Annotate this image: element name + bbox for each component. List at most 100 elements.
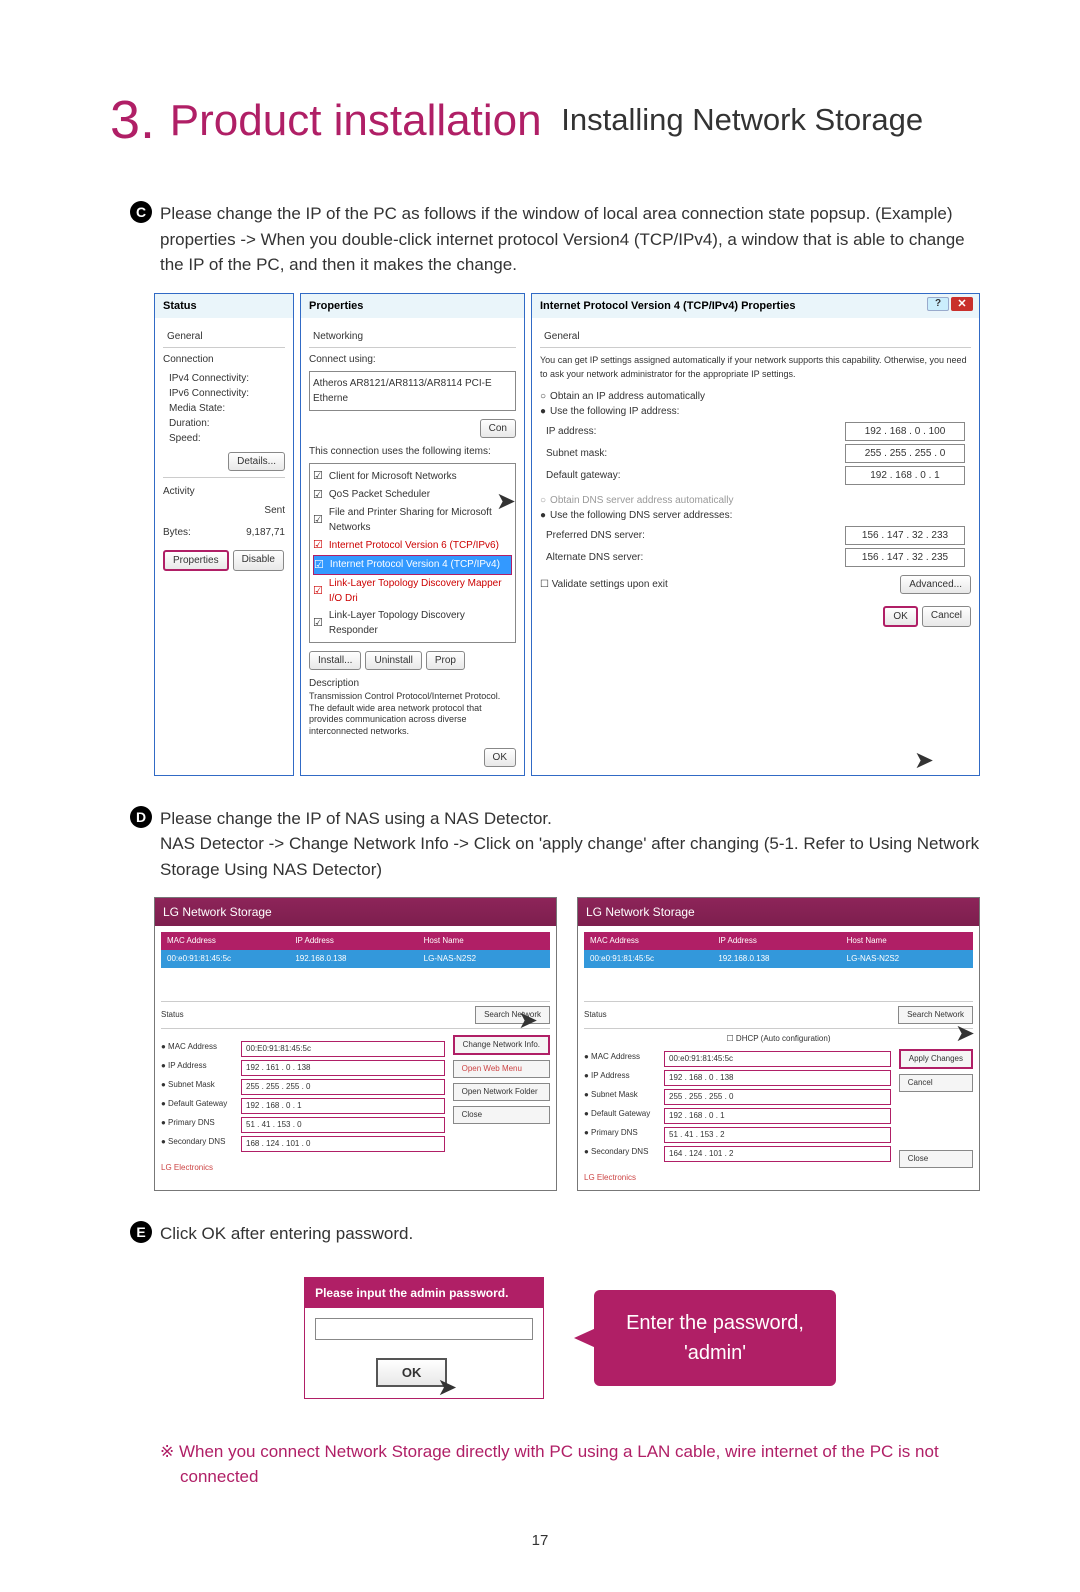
nas1-openweb-button[interactable]: Open Web Menu [453,1060,550,1078]
item-client[interactable]: Client for Microsoft Networks [313,467,512,486]
description-text: Transmission Control Protocol/Internet P… [309,691,516,738]
nas-window-2: LG Network Storage MAC AddressIP Address… [577,897,980,1191]
item-ipv6[interactable]: Internet Protocol Version 6 (TCP/IPv6) [313,536,512,555]
bytes-value: 9,187,71 [246,525,285,540]
connection-label: Connection [163,352,285,367]
gateway-label: Default gateway: [546,468,621,483]
gateway-value[interactable]: 192 . 168 . 0 . 1 [845,466,965,485]
ipv4-title: Internet Protocol Version 4 (TCP/IPv4) P… [532,294,979,319]
step-marker: E [130,1221,152,1243]
nas2-status-label: Status [584,1009,607,1021]
step-c-text-1: Please change the IP of the PC as follow… [160,201,980,227]
properties-button[interactable]: Properties [163,550,229,571]
details-button[interactable]: Details... [228,452,285,471]
cursor-icon: ➤ [914,743,934,779]
status-title: Status [155,294,293,319]
item-properties-button[interactable]: Prop [426,651,465,670]
nas1-close-button[interactable]: Close [453,1106,550,1124]
tab-general-ipv4[interactable]: General [540,326,971,348]
item-fileprint[interactable]: File and Printer Sharing for Microsoft N… [313,504,512,536]
ipv6-label: IPv6 Connectivity: [169,386,285,401]
nas1-search-button[interactable]: Search Network [475,1006,550,1024]
ipv4-ok-button[interactable]: OK [883,606,917,627]
nas1-status-label: Status [161,1009,184,1021]
nas1-row[interactable]: 00:e0:91:81:45:5c192.168.0.138LG-NAS-N2S… [161,950,550,968]
configure-button[interactable]: Con [480,419,516,438]
ipv4-window: Internet Protocol Version 4 (TCP/IPv4) P… [531,293,980,776]
password-header: Please input the admin password. [305,1278,543,1308]
step-e: E Click OK after entering password. [160,1221,980,1247]
chapter-title: Product installation [170,96,542,145]
ipv4-info: You can get IP settings assigned automat… [540,354,971,381]
ipv4-label: IPv4 Connectivity: [169,371,285,386]
status-window: Status General Connection IPv4 Connectiv… [154,293,294,776]
radio-auto-dns[interactable]: Obtain DNS server address automatically [540,493,971,508]
item-lltd2[interactable]: Link-Layer Topology Discovery Responder [313,607,512,639]
items-label: This connection uses the following items… [309,444,516,459]
nas1-headers: MAC AddressIP AddressHost Name [161,932,550,950]
cursor-icon: ➤ [518,1003,538,1039]
advanced-button[interactable]: Advanced... [900,575,971,594]
close-icon[interactable]: ✕ [951,297,973,311]
cursor-icon: ➤ [955,1016,975,1052]
validate-checkbox[interactable]: ☐ Validate settings upon exit [540,577,668,592]
item-ipv4[interactable]: Internet Protocol Version 4 (TCP/IPv4) [313,555,512,576]
ipv4-cancel-button[interactable]: Cancel [922,606,971,627]
tab-general[interactable]: General [163,326,285,348]
help-icon[interactable]: ? [927,297,949,311]
step-c: C Please change the IP of the PC as foll… [160,201,980,278]
radio-auto-ip[interactable]: Obtain an IP address automatically [540,389,971,404]
ok-button[interactable]: OK [484,748,516,767]
duration-label: Duration: [169,416,285,431]
password-dialog-row: Please input the admin password. OK ➤ En… [160,1277,980,1399]
password-input[interactable] [315,1318,533,1340]
disable-button[interactable]: Disable [233,550,284,571]
nas2-row[interactable]: 00:e0:91:81:45:5c192.168.0.138LG-NAS-N2S… [584,950,973,968]
step-e-text: Click OK after entering password. [160,1221,980,1247]
step-c-text-2: properties -> When you double-click inte… [160,227,980,278]
speed-label: Speed: [169,431,285,446]
radio-manual-ip[interactable]: Use the following IP address: [540,404,971,419]
cursor-icon: ➤ [437,1374,457,1401]
nas2-headers: MAC AddressIP AddressHost Name [584,932,973,950]
radio-manual-dns[interactable]: Use the following DNS server addresses: [540,508,971,523]
dns1-value[interactable]: 156 . 147 . 32 . 233 [845,526,965,545]
install-button[interactable]: Install... [309,651,361,670]
windows-row: Status General Connection IPv4 Connectiv… [154,293,980,776]
subnet-label: Subnet mask: [546,446,607,461]
properties-title: Properties [301,294,524,319]
dhcp-checkbox[interactable]: ☐ DHCP (Auto configuration) [727,1034,831,1043]
properties-window: Properties Networking Connect using: Ath… [300,293,525,776]
nas-windows-row: LG Network Storage MAC AddressIP Address… [154,897,980,1191]
step-d: D Please change the IP of NAS using a NA… [160,806,980,883]
ip-label: IP address: [546,424,596,439]
nas1-openfolder-button[interactable]: Open Network Folder [453,1083,550,1101]
nas2-title: LG Network Storage [578,898,979,926]
media-label: Media State: [169,401,285,416]
uninstall-button[interactable]: Uninstall [365,651,421,670]
adapter-name: Atheros AR8121/AR8113/AR8114 PCI-E Ether… [313,375,512,407]
page-number: 17 [100,1530,980,1553]
nas-window-1: LG Network Storage MAC AddressIP Address… [154,897,557,1191]
description-label: Description [309,676,516,691]
activity-label: Activity [163,484,285,499]
tab-networking[interactable]: Networking [309,326,516,348]
footnote: ※ When you connect Network Storage direc… [160,1439,980,1490]
chapter-header: 3. Product installation Installing Netwo… [100,80,980,161]
step-marker: D [130,806,152,828]
ip-value[interactable]: 192 . 168 . 0 . 100 [845,422,965,441]
nas2-apply-button[interactable]: Apply Changes [899,1049,973,1069]
nas2-cancel-button[interactable]: Cancel [899,1074,973,1092]
network-items-listbox[interactable]: Client for Microsoft Networks QoS Packet… [309,463,516,643]
step-d-text-1: Please change the IP of NAS using a NAS … [160,806,980,832]
item-lltd1[interactable]: Link-Layer Topology Discovery Mapper I/O… [313,575,512,607]
step-marker: C [130,201,152,223]
subnet-value[interactable]: 255 . 255 . 255 . 0 [845,444,965,463]
chapter-subtitle: Installing Network Storage [561,102,923,137]
cursor-icon: ➤ [496,484,516,520]
dns2-value[interactable]: 156 . 147 . 32 . 235 [845,548,965,567]
bytes-label: Bytes: [163,525,191,540]
step-d-text-2: NAS Detector -> Change Network Info -> C… [160,831,980,882]
item-qos[interactable]: QoS Packet Scheduler [313,486,512,505]
nas2-close-button[interactable]: Close [899,1150,973,1168]
